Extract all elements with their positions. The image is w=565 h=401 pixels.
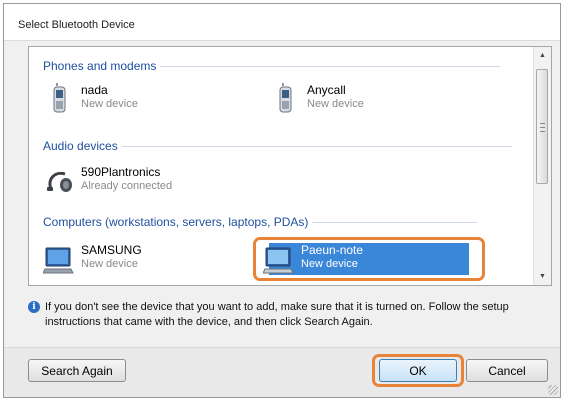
group-divider xyxy=(312,221,478,223)
scroll-down-arrow-icon[interactable]: ▼ xyxy=(534,268,551,285)
device-name: 590Plantronics xyxy=(81,165,161,179)
group-header-phones: Phones and modems xyxy=(43,59,501,73)
group-divider xyxy=(121,145,512,147)
scroll-up-arrow-icon[interactable]: ▲ xyxy=(534,47,551,64)
resize-grip-icon[interactable] xyxy=(548,385,558,395)
ok-button[interactable]: OK xyxy=(379,359,457,382)
device-item-anycall[interactable]: Anycall New device xyxy=(269,83,469,121)
info-icon: i xyxy=(28,301,40,313)
phone-icon xyxy=(43,83,75,117)
device-item-samsung[interactable]: SAMSUNG New device xyxy=(42,243,243,281)
group-label-computers: Computers (workstations, servers, laptop… xyxy=(43,215,309,229)
device-item-590plantronics[interactable]: 590Plantronics Already connected xyxy=(43,165,243,203)
dialog-title: Select Bluetooth Device xyxy=(18,19,135,31)
dialog-titlebar: Select Bluetooth Device xyxy=(4,4,560,41)
scroll-thumb[interactable] xyxy=(536,69,548,184)
group-label-phones: Phones and modems xyxy=(43,59,157,73)
computer-icon xyxy=(42,243,75,277)
device-list-scrollbar[interactable]: ▲ ▼ xyxy=(533,47,551,285)
grip-icon xyxy=(540,123,545,132)
device-name: nada xyxy=(81,83,108,97)
group-label-audio: Audio devices xyxy=(43,139,118,153)
group-header-audio: Audio devices xyxy=(43,139,512,153)
selected-device-callout xyxy=(253,237,485,281)
device-status: Already connected xyxy=(81,180,173,192)
group-header-computers: Computers (workstations, servers, laptop… xyxy=(43,215,478,229)
phone-icon xyxy=(269,83,301,117)
device-status: New device xyxy=(307,98,364,110)
device-name: SAMSUNG xyxy=(81,243,142,257)
device-status: New device xyxy=(81,258,138,270)
group-divider xyxy=(160,65,501,67)
device-list[interactable]: Phones and modems nada New device Anycal… xyxy=(28,46,552,286)
info-message: i If you don't see the device that you w… xyxy=(28,300,538,330)
headset-icon xyxy=(43,165,75,199)
device-item-nada[interactable]: nada New device xyxy=(43,83,243,121)
cancel-button[interactable]: Cancel xyxy=(466,359,548,382)
device-status: New device xyxy=(81,98,138,110)
select-bluetooth-device-dialog: Select Bluetooth Device Phones and modem… xyxy=(3,3,561,398)
device-name: Anycall xyxy=(307,83,346,97)
search-again-button[interactable]: Search Again xyxy=(28,359,126,382)
info-text: If you don't see the device that you wan… xyxy=(45,301,509,328)
